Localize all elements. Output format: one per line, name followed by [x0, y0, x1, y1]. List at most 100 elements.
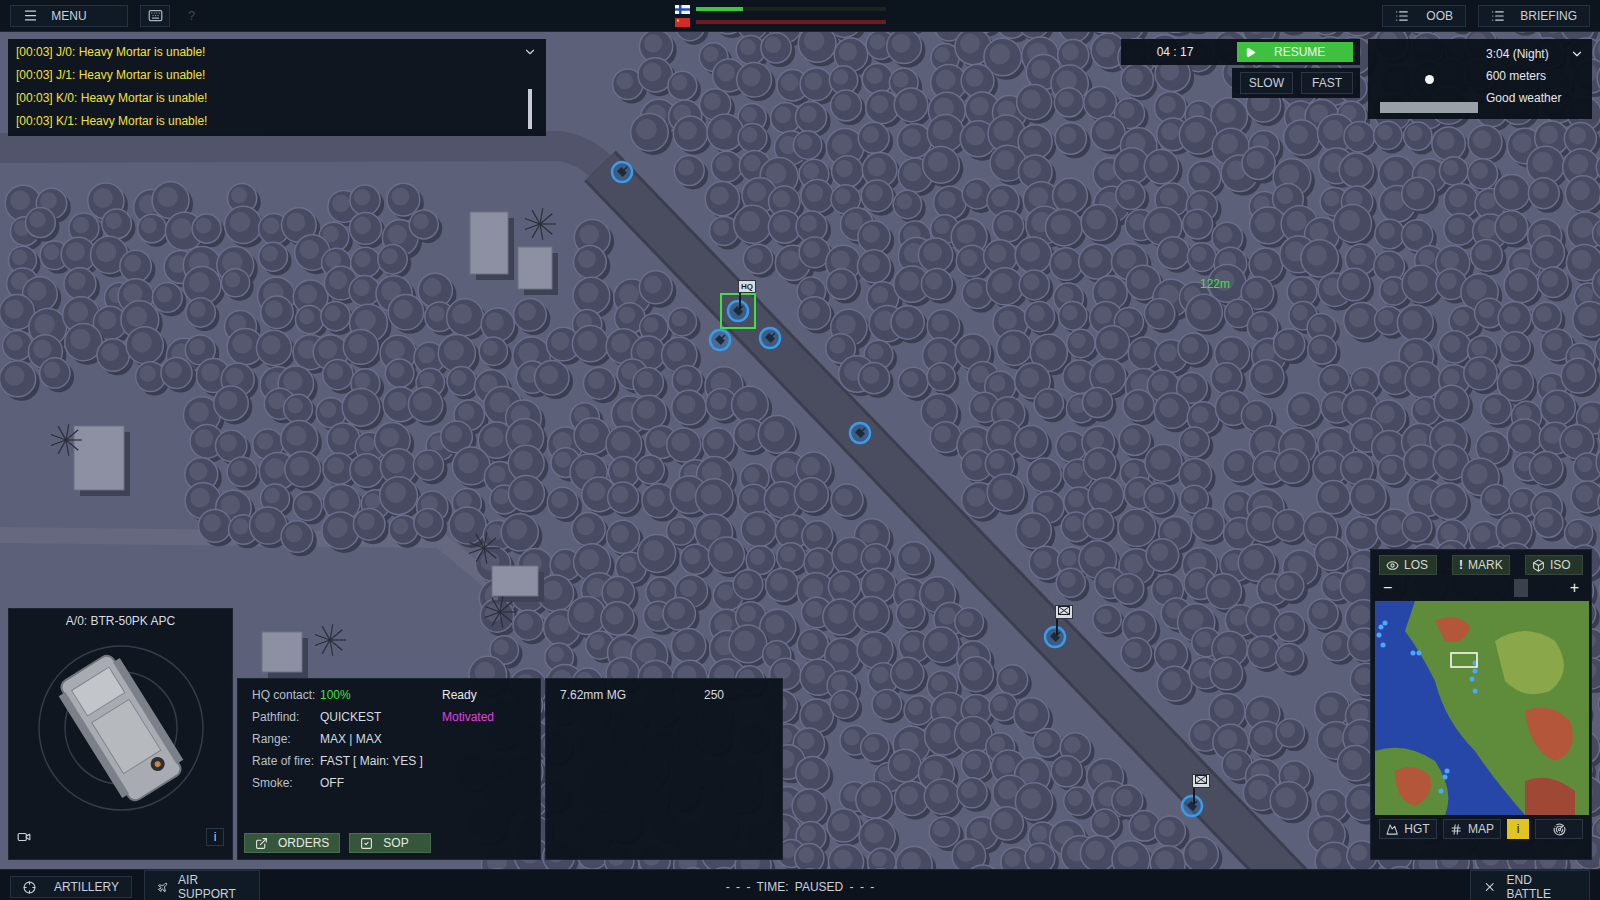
side-row: [675, 5, 886, 14]
envelope-icon: [1058, 606, 1070, 615]
soviet-flag-icon: [675, 18, 690, 27]
minimap-panel: LOS !MARK ISO − + HGT MAP i: [1370, 549, 1592, 860]
unit-icon: [848, 421, 872, 445]
keyboard-button[interactable]: [140, 5, 170, 27]
weather-panel: 3:04 (Night) 600 meters Good weather: [1368, 39, 1592, 119]
chevron-down-icon[interactable]: [1570, 47, 1584, 61]
envelope-icon: [1195, 775, 1207, 784]
unit-icon: [708, 328, 732, 352]
minimap-button[interactable]: i: [1507, 819, 1529, 839]
status-value: 100%: [320, 688, 442, 702]
unit-icon: [1043, 625, 1067, 649]
menu-button[interactable]: MENU: [10, 5, 128, 27]
weather-time: 3:04 (Night): [1486, 47, 1549, 61]
eye-icon: [1386, 559, 1399, 572]
unit-marker[interactable]: [1043, 625, 1067, 649]
status-panel: HQ contact:100%ReadyPathfind:QUICKESTMot…: [237, 678, 541, 860]
status-value: MAX | MAX: [320, 732, 532, 746]
resume-button[interactable]: RESUME: [1237, 42, 1353, 62]
status-value: QUICKEST: [320, 710, 442, 724]
status-label: Smoke:: [252, 776, 320, 790]
unit-icon: [758, 326, 782, 350]
grid-icon: [1450, 823, 1462, 836]
chevron-down-icon[interactable]: [523, 45, 537, 59]
unit-marker[interactable]: [758, 326, 782, 350]
map-tool-button[interactable]: LOS: [1379, 555, 1437, 575]
timer: 04 : 17: [1121, 45, 1229, 59]
status-value: FAST [ Main: YES ]: [320, 754, 532, 768]
air-support-button[interactable]: AIR SUPPORT: [144, 870, 260, 900]
radar-icon: [1553, 823, 1566, 836]
unit-title: A/0: BTR-50PK APC: [66, 614, 175, 628]
flag-label: [1055, 605, 1073, 619]
zoom-out-button[interactable]: −: [1383, 579, 1392, 597]
finland-flag-icon: [675, 5, 690, 14]
unit-icon: [1180, 794, 1204, 818]
conditions: Good weather: [1486, 91, 1584, 105]
menu-icon: [23, 8, 38, 23]
status-label: HQ contact:: [252, 688, 320, 702]
help-button[interactable]: ?: [182, 8, 201, 23]
minimap-button[interactable]: HGT: [1379, 819, 1437, 839]
unit-flag: HQ: [738, 280, 756, 309]
unit-marker[interactable]: [708, 328, 732, 352]
mountain-icon: [1386, 823, 1398, 836]
weapon-row: 7.62mm MG250: [560, 688, 768, 702]
speed-button[interactable]: SLOW: [1240, 72, 1293, 94]
orders-icon: [255, 837, 268, 850]
plane-icon: [157, 881, 168, 894]
list-icon: [1395, 9, 1409, 23]
minimap-button[interactable]: MAP: [1443, 819, 1501, 839]
artillery-icon: [23, 881, 36, 894]
unit-marker[interactable]: [848, 421, 872, 445]
map-tool-button[interactable]: ISO: [1525, 555, 1583, 575]
visibility: 600 meters: [1486, 69, 1584, 83]
message-log: [00:03] J/0: Heavy Mortar is unable! [00:…: [8, 39, 546, 136]
unit-marker[interactable]: [1180, 794, 1204, 818]
orders-button[interactable]: ORDERS: [244, 833, 340, 853]
game-screen: HQ 122m MENU? OOB BRIEFING [00:03] J/0: Heavy…: [0, 0, 1600, 900]
time-controls: 04 : 17 RESUME SLOW FAST: [1121, 39, 1360, 98]
flag-label: HQ: [738, 280, 756, 293]
status-state: Ready: [442, 688, 532, 702]
unit-icon: [610, 160, 634, 184]
camera-icon[interactable]: [17, 830, 31, 844]
weapons-panel: 7.62mm MG250: [545, 678, 783, 860]
side-row: [675, 18, 886, 27]
light-bar: [1380, 102, 1478, 113]
selection-box: [720, 293, 756, 329]
artillery-button[interactable]: ARTILLERY: [10, 876, 132, 898]
log-message: [00:03] K/0: Heavy Mortar is unable!: [16, 91, 522, 106]
minimap[interactable]: [1375, 601, 1589, 815]
sop-button[interactable]: SOP: [349, 833, 431, 853]
scroll-thumb[interactable]: [528, 89, 532, 129]
info-button[interactable]: i: [206, 828, 224, 846]
unit-icon: [726, 299, 750, 323]
minimap-button[interactable]: [1535, 819, 1583, 839]
zoom-in-button[interactable]: +: [1570, 579, 1579, 597]
log-message: [00:03] J/0: Heavy Mortar is unable!: [16, 45, 522, 60]
unit-marker[interactable]: [610, 160, 634, 184]
moon-icon: [1425, 75, 1434, 84]
hud: MENU? OOB BRIEFING [00:03] J/0: Heavy Morta…: [0, 0, 1600, 900]
status-label: Rate of fire:: [252, 754, 320, 768]
list-icon: [1491, 9, 1505, 23]
unit-marker[interactable]: HQ: [726, 299, 750, 323]
zoom-slider[interactable]: [1400, 579, 1561, 597]
oob-button[interactable]: OOB: [1382, 5, 1466, 27]
strength-bar: [696, 7, 886, 11]
speed-button[interactable]: FAST: [1301, 72, 1353, 94]
end-battle-button[interactable]: END BATTLE: [1470, 870, 1590, 900]
map-tool-button[interactable]: !MARK: [1452, 555, 1510, 575]
status-state: Motivated: [442, 710, 532, 724]
close-icon: [1483, 880, 1497, 894]
keyboard-icon: [148, 8, 163, 23]
distance-label: 122m: [1200, 277, 1230, 291]
force-balance: [675, 5, 886, 27]
check-icon: [360, 837, 373, 850]
briefing-button[interactable]: BRIEFING: [1478, 5, 1590, 27]
zoom-thumb[interactable]: [1514, 579, 1528, 597]
top-bar: MENU? OOB BRIEFING: [0, 0, 1600, 32]
vehicle-preview: [21, 628, 221, 828]
time-status: - - - TIME: PAUSED - - -: [726, 880, 875, 894]
